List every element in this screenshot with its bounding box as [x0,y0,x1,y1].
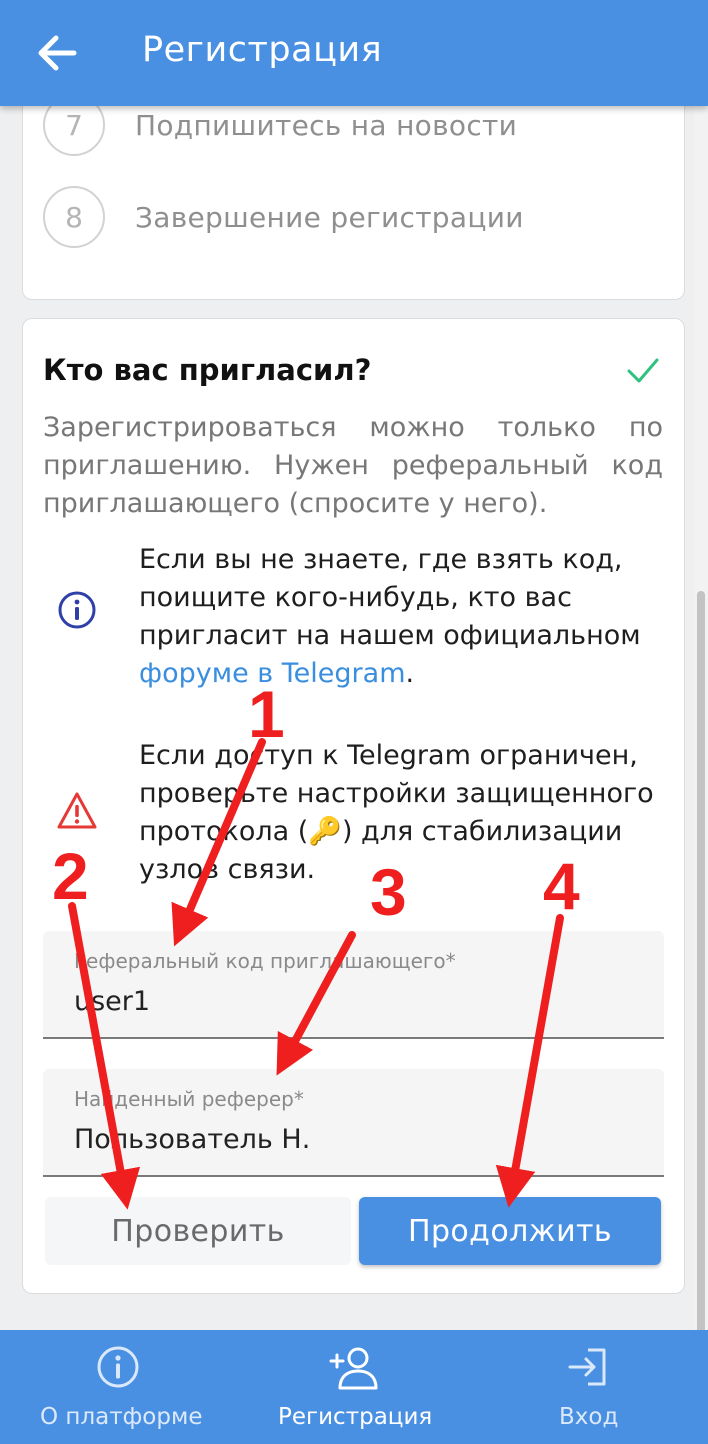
referral-code-field[interactable]: Реферальный код приглашающего* [43,931,664,1039]
app-header: Регистрация [0,0,708,106]
step-label: Подпишитесь на новости [135,108,518,142]
continue-button[interactable]: Продолжить [359,1197,661,1265]
info-suffix: . [405,658,415,689]
referral-code-input[interactable] [74,986,634,1017]
scrollbar-thumb[interactable] [697,591,705,1426]
info-text: Если вы не знаете, где взять код, поищит… [139,541,669,693]
referral-code-label: Реферальный код приглашающего* [74,949,456,973]
annotation-number-4: 4 [543,849,580,923]
nav-item-registration[interactable]: Регистрация [236,1330,472,1444]
check-button[interactable]: Проверить [45,1197,351,1265]
referral-title: Кто вас пригласил? [43,353,372,387]
scrollbar-track[interactable] [694,106,708,1426]
info-message: Если вы не знаете, где взять код, поищит… [139,544,641,651]
info-icon [97,1346,139,1388]
annotation-number-2: 2 [52,839,89,913]
referrer-value: Пользователь Н. [74,1124,311,1155]
info-notice: Если вы не знаете, где взять код, поищит… [43,541,663,701]
step-number: 8 [43,186,105,248]
bottom-nav: О платформе Регистрация Вход [0,1330,708,1444]
step-label: Завершение регистрации [135,200,524,234]
nav-label-login: Вход [559,1404,619,1430]
login-icon [568,1348,606,1386]
step-item[interactable]: 8 Завершение регистрации [43,185,524,249]
info-icon [58,591,96,629]
referrer-field: Найденный реферер* Пользователь Н. [43,1069,664,1177]
annotation-number-3: 3 [370,855,407,929]
nav-label-about: О платформе [40,1404,203,1430]
arrow-left-icon [38,35,77,71]
nav-item-login[interactable]: Вход [472,1330,708,1444]
referral-card: Кто вас пригласил? Зарегистрироваться мо… [22,318,685,1294]
nav-item-about[interactable]: О платформе [0,1330,236,1444]
check-icon [627,358,659,383]
page-title: Регистрация [142,30,383,70]
referrer-label: Найденный реферер* [74,1087,304,1111]
key-icon: 🔑 [308,816,342,847]
add-user-icon [329,1347,378,1390]
back-button[interactable] [34,30,80,76]
nav-label-registration: Регистрация [278,1404,433,1430]
annotation-number-1: 1 [248,677,285,751]
referral-description: Зарегистрироваться можно только по пригл… [43,412,663,519]
warning-icon [57,792,97,829]
